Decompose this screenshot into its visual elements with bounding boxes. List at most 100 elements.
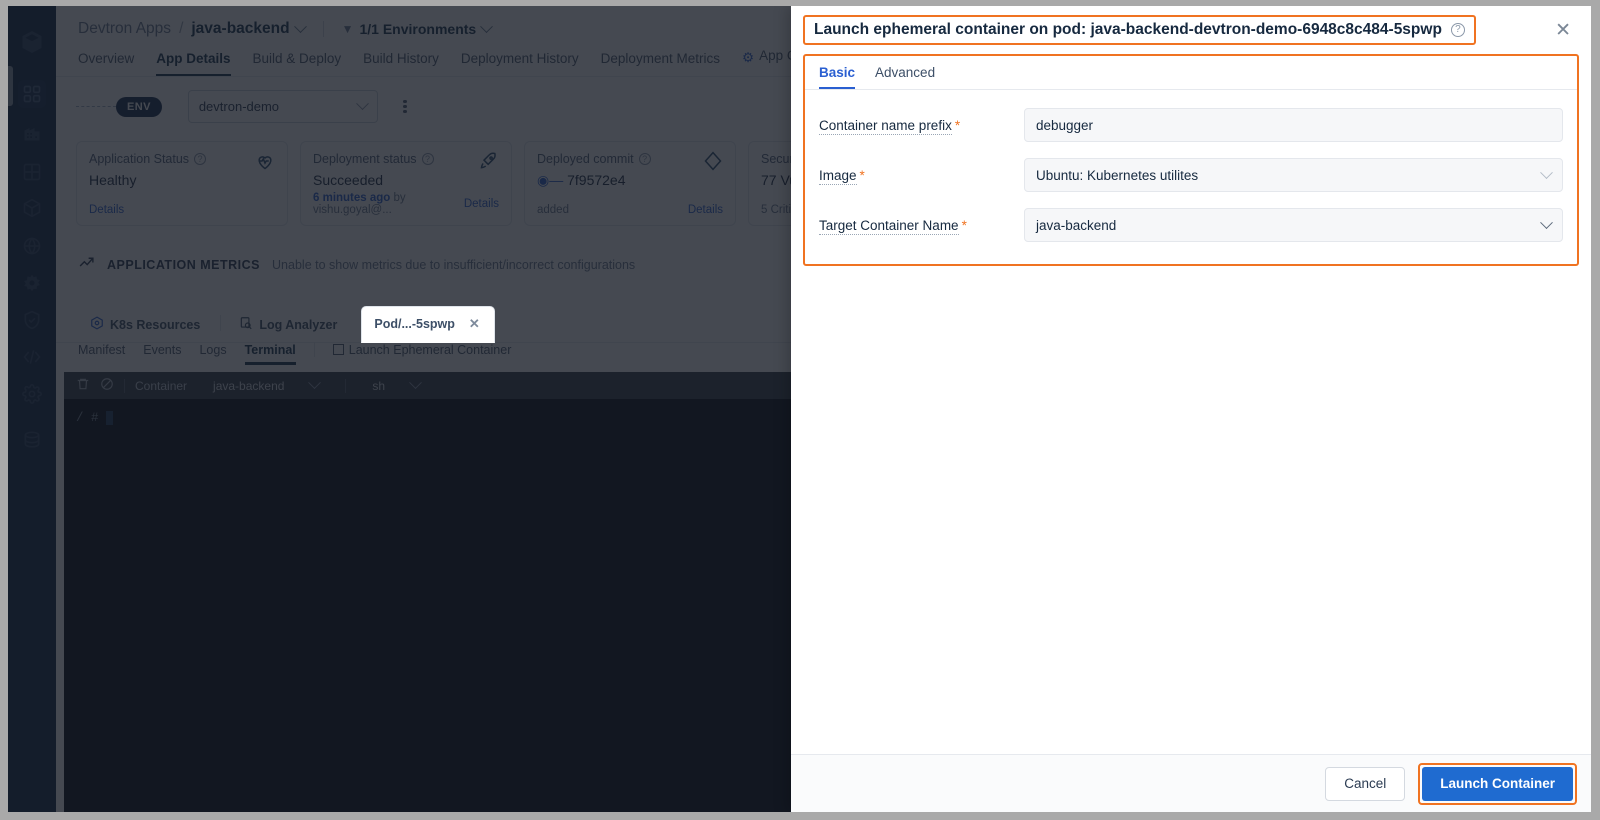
terminal-shell-value[interactable]: sh [372, 379, 385, 393]
rocket-icon [479, 151, 499, 176]
sidebar-item-global-configurations[interactable] [18, 380, 46, 408]
card-deployed-commit[interactable]: Deployed commit? ◉— 7f9572e4 added Detail… [524, 141, 736, 226]
card-deployed-commit-foot: added [537, 204, 569, 216]
sidebar-item-jobs[interactable] [18, 119, 46, 147]
subtab-manifest[interactable]: Manifest [78, 343, 125, 365]
modal-title-highlight: Launch ephemeral container on pod: java-… [803, 15, 1476, 45]
close-icon[interactable]: ✕ [1549, 17, 1577, 44]
tab-overview[interactable]: Overview [78, 51, 134, 76]
required-marker-1: * [954, 117, 961, 133]
card-deployed-commit-details[interactable]: Details [688, 204, 723, 216]
modal-footer: Cancel Launch Container [791, 754, 1591, 812]
k8s-icon [90, 316, 104, 333]
git-icon [703, 151, 723, 176]
sidebar-item-applications[interactable] [18, 80, 46, 108]
breadcrumb-root[interactable]: Devtron Apps [78, 20, 171, 38]
browser-frame: Devtron Apps / java-backend ▼ 1/1 Enviro… [8, 6, 1591, 812]
subtab-divider [313, 342, 315, 357]
container-name-prefix-input[interactable]: debugger [1024, 108, 1563, 142]
env-select[interactable]: devtron-demo [187, 90, 378, 123]
application-metrics-subtitle: Unable to show metrics due to insufficie… [272, 258, 636, 272]
sidebar-item-application-groups[interactable] [18, 158, 46, 186]
resource-tab-log-label: Log Analyzer [259, 317, 338, 332]
env-pill: ENV [116, 96, 162, 117]
git-commit-icon: ◉— [537, 172, 564, 188]
rail-resize-handle[interactable] [8, 66, 13, 106]
field-row-container-name-prefix: Container name prefix * debugger [819, 108, 1563, 142]
env-filter-label[interactable]: 1/1 Environments [359, 21, 476, 37]
card-application-status[interactable]: Application Status? Healthy Details [76, 141, 288, 226]
breadcrumb-separator: / [179, 20, 184, 37]
chevron-down-icon-env [355, 97, 369, 111]
clear-terminal-icon[interactable] [76, 377, 90, 394]
image-select[interactable]: Ubuntu: Kubernetes utilites [1024, 158, 1563, 192]
screenshot-canvas: Devtron Apps / java-backend ▼ 1/1 Enviro… [0, 0, 1600, 820]
launch-container-button[interactable]: Launch Container [1422, 766, 1573, 801]
resource-tab-log-analyzer[interactable]: Log Analyzer [227, 307, 351, 343]
card-deployed-commit-hash: 7f9572e4 [567, 172, 626, 188]
required-marker-2: * [859, 167, 865, 183]
resource-tab-divider [220, 315, 222, 331]
subtab-terminal[interactable]: Terminal [244, 343, 296, 365]
card-deployment-status-title: Deployment status [313, 152, 417, 166]
chevron-down-icon-2[interactable] [480, 19, 494, 33]
log-icon [239, 316, 253, 333]
tab-deployment-history[interactable]: Deployment History [461, 51, 579, 76]
env-connector [76, 106, 116, 107]
sidebar-item-stack-manager[interactable] [18, 426, 46, 454]
chevron-down-icon-shell[interactable] [409, 376, 422, 390]
container-name-prefix-value: debugger [1036, 117, 1094, 133]
card-application-status-title: Application Status [89, 152, 190, 166]
subtab-events[interactable]: Events [143, 343, 181, 365]
card-deployment-details[interactable]: Details [464, 198, 499, 210]
devtron-logo-icon[interactable] [18, 28, 46, 56]
help-icon-2[interactable]: ? [421, 153, 434, 165]
sidebar-item-security[interactable] [18, 306, 46, 334]
terminal-container-value[interactable]: java-backend [213, 379, 284, 393]
subtab-launch-label: Launch Ephemeral Container [348, 342, 512, 357]
resource-tab-k8s-resources[interactable]: K8s Resources [78, 307, 214, 343]
chevron-down-icon[interactable] [293, 19, 307, 33]
filter-icon: ▼ [341, 22, 354, 36]
image-select-value: Ubuntu: Kubernetes utilites [1036, 167, 1199, 183]
modal-tabs: Basic Advanced [805, 56, 1577, 90]
sidebar-item-software-distribution[interactable] [18, 232, 46, 260]
terminal-prompt: / # [76, 411, 113, 425]
terminal-toolbar-divider-2 [345, 378, 347, 393]
card-deployed-commit-value: ◉— 7f9572e4 [537, 172, 723, 189]
disconnect-icon[interactable] [100, 377, 114, 394]
env-more-button[interactable] [394, 93, 416, 121]
tab-basic[interactable]: Basic [819, 65, 856, 89]
sidebar-item-resource-browser[interactable] [18, 269, 46, 297]
left-nav-rail [8, 6, 56, 812]
sidebar-item-chart-store[interactable] [18, 194, 46, 222]
expand-icon [332, 343, 344, 355]
modal-header: Launch ephemeral container on pod: java-… [791, 6, 1591, 54]
target-container-name-select[interactable]: java-backend [1024, 208, 1563, 242]
tab-app-details[interactable]: App Details [156, 51, 231, 76]
tab-build-deploy[interactable]: Build & Deploy [253, 51, 342, 76]
resource-tab-pod-label: Pod/...-5spwp [374, 317, 455, 331]
question-circle-icon[interactable]: ? [1450, 23, 1465, 37]
field-row-target-container-name: Target Container Name * java-backend [819, 208, 1563, 242]
resource-tab-pod[interactable]: Pod/...-5spwp ✕ [361, 306, 495, 343]
terminal-cursor [105, 411, 113, 425]
tab-deployment-metrics[interactable]: Deployment Metrics [601, 51, 720, 76]
launch-container-highlight: Launch Container [1418, 762, 1577, 805]
chevron-down-icon-container[interactable] [308, 376, 322, 390]
card-deployment-status[interactable]: Deployment status? Succeeded 6 minutes a… [300, 141, 512, 226]
help-icon[interactable]: ? [194, 153, 207, 165]
cancel-button[interactable]: Cancel [1325, 766, 1406, 801]
chart-icon [78, 254, 95, 276]
subtab-launch-ephemeral-container[interactable]: Launch Ephemeral Container [332, 342, 512, 365]
close-icon-pod-tab[interactable]: ✕ [469, 316, 480, 332]
card-application-status-details[interactable]: Details [89, 204, 124, 216]
tab-build-history[interactable]: Build History [363, 51, 439, 76]
subtab-logs[interactable]: Logs [199, 343, 226, 365]
help-icon-3[interactable]: ? [638, 153, 651, 165]
sidebar-item-code-editor[interactable] [18, 343, 46, 371]
modal-body-empty [791, 266, 1591, 754]
tab-advanced[interactable]: Advanced [875, 65, 935, 89]
required-marker-3: * [961, 217, 967, 233]
env-bar: ENV devtron-demo [76, 90, 416, 123]
